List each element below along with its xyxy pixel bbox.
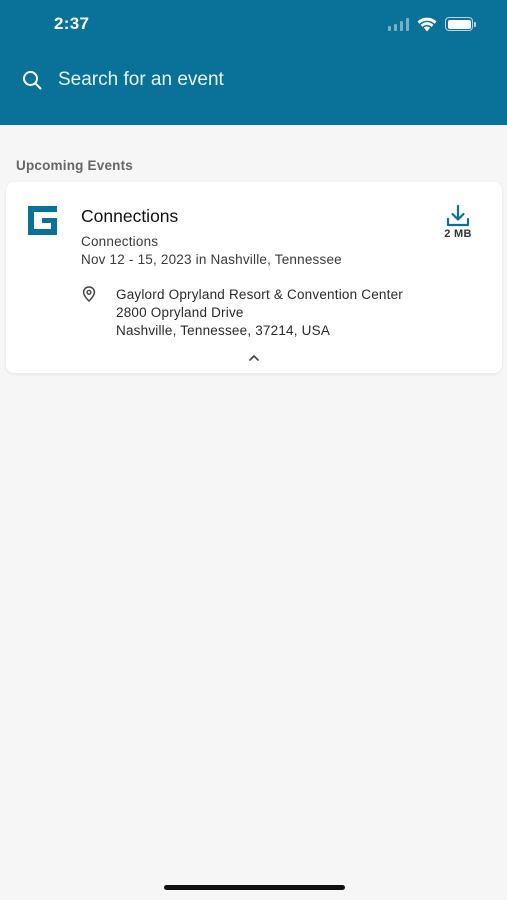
guidebook-logo-icon (28, 206, 57, 235)
battery-icon (445, 17, 476, 31)
status-icons (388, 14, 476, 34)
wifi-icon (417, 17, 437, 31)
app-header: 2:37 (0, 0, 507, 125)
location-pin-icon (82, 286, 96, 302)
status-time: 2:37 (54, 14, 90, 33)
address-line-venue: Gaylord Opryland Resort & Convention Cen… (116, 287, 403, 302)
home-indicator (164, 885, 345, 890)
search-bar[interactable] (0, 62, 507, 98)
search-input[interactable] (58, 64, 478, 96)
download-size: 2 MB (444, 228, 472, 240)
search-icon (23, 71, 42, 90)
download-button[interactable]: 2 MB (438, 204, 478, 242)
event-subtitle: Connections (81, 234, 159, 249)
event-address: Gaylord Opryland Resort & Convention Cen… (116, 286, 403, 340)
event-title: Connections (81, 206, 179, 226)
address-line-city: Nashville, Tennessee, 37214, USA (116, 323, 331, 338)
cellular-signal-icon (388, 17, 409, 31)
event-dates: Nov 12 - 15, 2023 in Nashville, Tennesse… (81, 252, 342, 267)
event-card[interactable]: Connections Connections Nov 12 - 15, 202… (6, 182, 502, 373)
section-label-upcoming: Upcoming Events (16, 158, 134, 173)
address-line-street: 2800 Opryland Drive (116, 305, 244, 320)
status-bar: 2:37 (0, 0, 507, 48)
download-icon (446, 204, 470, 227)
chevron-up-icon[interactable] (246, 352, 262, 364)
